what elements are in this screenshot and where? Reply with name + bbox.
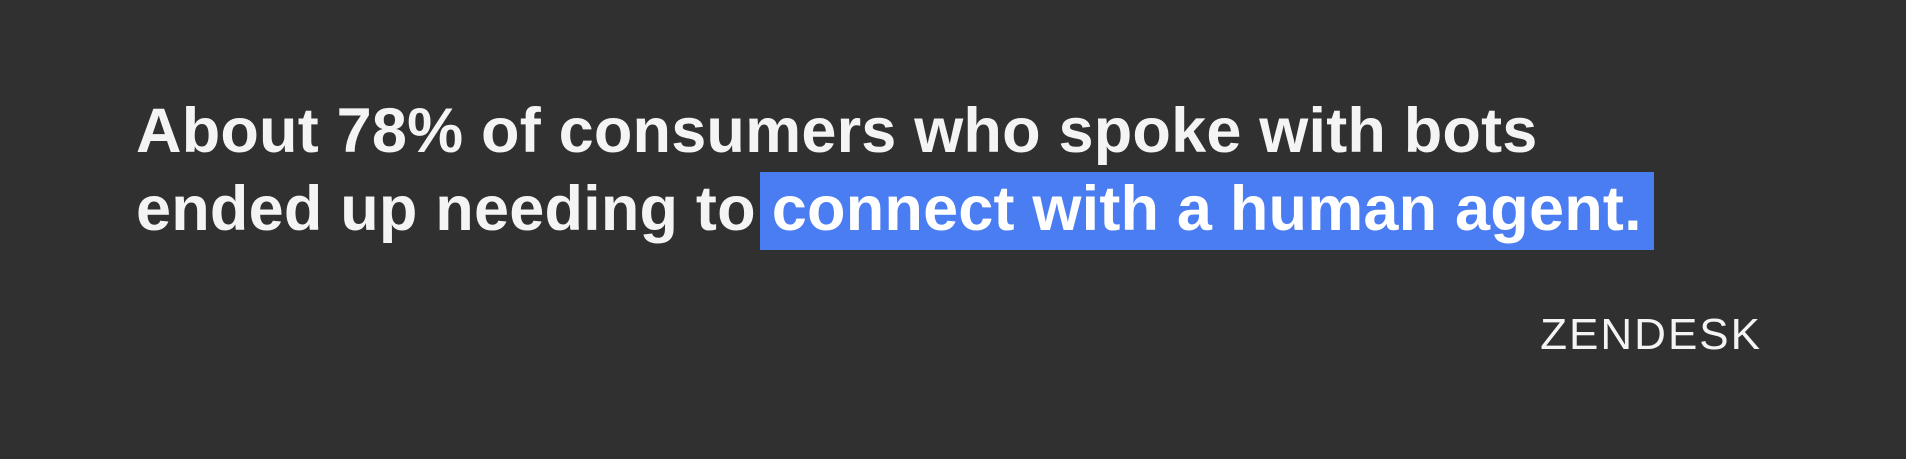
quote-highlight: connect with a human agent. xyxy=(759,172,1654,250)
quote-line-1: About 78% of consumers who spoke with bo… xyxy=(136,96,1538,166)
quote-line-2-plain: ended up needing to xyxy=(136,174,756,244)
quote-card: About 78% of consumers who spoke with bo… xyxy=(0,0,1906,459)
quote-text: About 78% of consumers who spoke with bo… xyxy=(136,92,1816,250)
quote-line-2: ended up needing to connect with a human … xyxy=(136,170,1816,250)
brand-logo: ZENDESK xyxy=(1540,310,1762,359)
